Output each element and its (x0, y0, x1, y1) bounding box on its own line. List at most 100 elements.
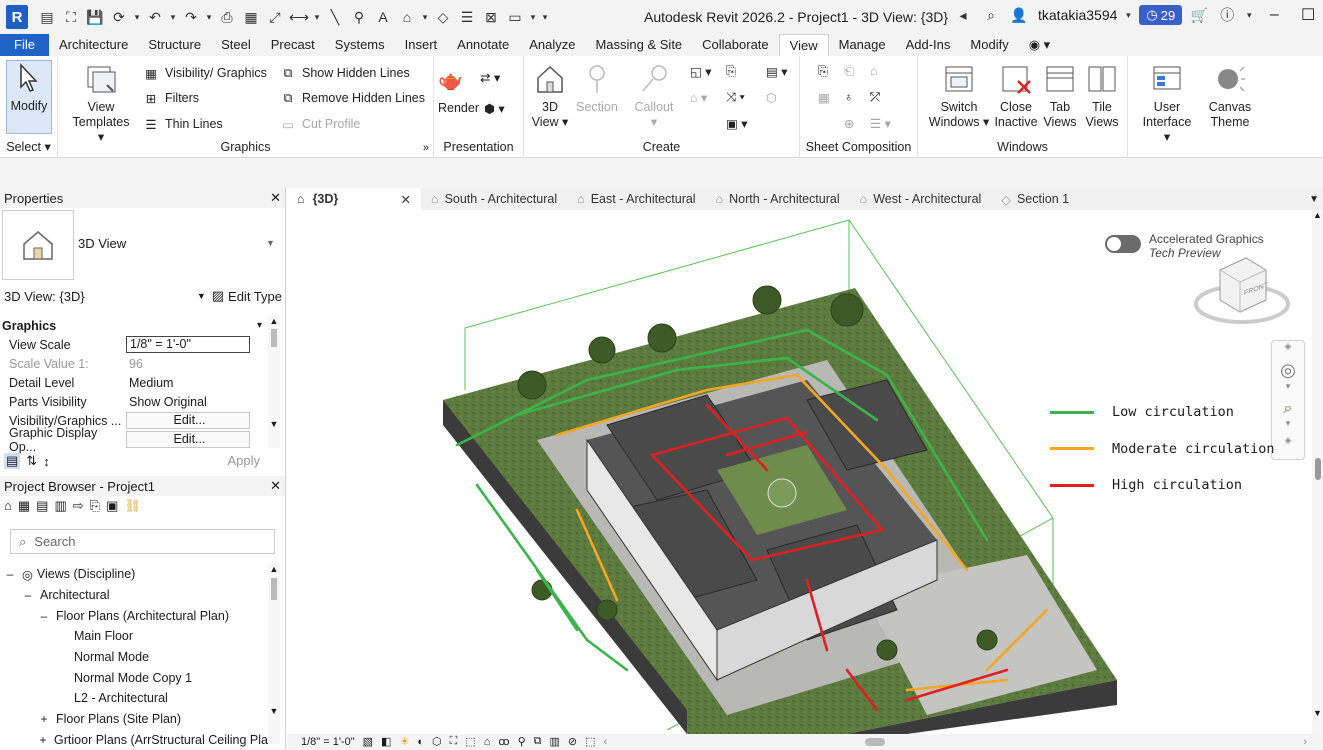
maximize-button[interactable]: ☐ (1294, 5, 1322, 25)
notification-badge[interactable]: ◷29 (1139, 5, 1182, 25)
selector-value[interactable]: 3D View: {3D} (4, 289, 85, 304)
switch-windows-icon[interactable]: ▭ (504, 6, 526, 28)
schedules-icon[interactable]: ▤ (36, 498, 48, 514)
links-icon[interactable]: ⎘ (90, 498, 100, 514)
print-icon[interactable]: ⎙ (216, 6, 238, 28)
tree-leaf[interactable]: Normal Mode (0, 647, 268, 668)
render-cloud-icon[interactable]: ⇄ ▾ (480, 70, 500, 85)
navbar-settings-icon[interactable]: ◈ (1272, 435, 1304, 446)
view-reference-icon[interactable]: ⊕ (844, 116, 854, 131)
binoculars-icon[interactable]: ⌕ (980, 4, 1002, 26)
plan-views-icon[interactable]: ◱ ▾ (690, 64, 712, 79)
scroll-up-icon[interactable]: ▲ (268, 316, 280, 326)
tab-view[interactable]: View (779, 34, 829, 56)
tabs-overflow-icon[interactable]: ▼ (1309, 194, 1323, 205)
sheets-icon[interactable]: ▦ (18, 498, 30, 514)
scroll-thumb[interactable] (1315, 458, 1321, 480)
link-icon[interactable]: ⛓ (124, 498, 141, 514)
tab-systems[interactable]: Systems (325, 34, 395, 56)
redo-icon[interactable]: ↷ (180, 6, 202, 28)
shadows-icon[interactable]: ◐ (417, 736, 424, 748)
edit-graphic-display-button[interactable]: Edit... (126, 431, 250, 448)
assemblies-icon[interactable]: ▣ (106, 498, 118, 514)
group-header-graphics[interactable]: Graphics▾ (0, 316, 266, 335)
show-hidden-lines-button[interactable]: ⧉Show Hidden Lines (279, 65, 410, 81)
revisions-icon[interactable]: ▦ (818, 90, 830, 105)
lock-view-icon[interactable]: ⌂ (484, 736, 491, 748)
tree-node[interactable]: –Floor Plans (Architectural Plan) (0, 605, 268, 626)
tab-architecture[interactable]: Architecture (49, 34, 138, 56)
tab-collaborate[interactable]: Collaborate (692, 34, 779, 56)
chevron-down-icon[interactable]: ▼ (266, 238, 275, 248)
tab-3d[interactable]: ⌂{3D}✕ (287, 188, 421, 210)
tag-icon[interactable]: ⚲ (348, 6, 370, 28)
tab-views-button[interactable]: Tab Views (1040, 62, 1080, 130)
filters-button[interactable]: ⊞Filters (142, 90, 199, 106)
tree-node[interactable]: +Grtioor Plans (ArrStructural Ceiling Pl… (0, 730, 268, 750)
legends-icon[interactable]: ⬡ (766, 90, 777, 105)
sun-path-icon[interactable]: ☀ (399, 735, 409, 748)
scroll-right-icon[interactable]: › (1303, 736, 1323, 748)
detail-level-value[interactable]: Medium (126, 376, 250, 390)
chevron-down-icon[interactable]: ▾ (1272, 381, 1304, 392)
viewports-icon[interactable]: ☰ ▾ (870, 116, 891, 131)
scroll-left-icon[interactable]: ‹ (604, 736, 608, 748)
tab-massing-site[interactable]: Massing & Site (585, 34, 692, 56)
render-icon[interactable]: ⬡ (432, 735, 442, 748)
user-interface-button[interactable]: User Interface ▾ (1138, 62, 1196, 145)
scroll-down-icon[interactable]: ▼ (268, 419, 280, 429)
sort-az-icon[interactable]: ⇅ (26, 453, 37, 469)
tree-node[interactable]: –Architectural (0, 585, 268, 606)
section-button[interactable]: Section (574, 62, 620, 115)
worksharing-icon[interactable]: ⧉ (534, 735, 542, 748)
scroll-up-icon[interactable]: ▲ (268, 564, 280, 574)
tab-north-architectural[interactable]: ⌂North - Architectural (706, 188, 850, 210)
measure-icon[interactable]: ⟷ (288, 6, 310, 28)
sync-icon[interactable]: ⟳ (108, 6, 130, 28)
tab-add-ins[interactable]: Add-Ins (896, 34, 961, 56)
guide-grid-icon[interactable]: ♁ (844, 90, 853, 104)
tree-leaf[interactable]: Main Floor (0, 626, 268, 647)
sort-za-icon[interactable]: ↕ (43, 454, 50, 469)
chevron-down-icon[interactable]: ▾ (1244, 4, 1254, 26)
view-scale[interactable]: 1/8" = 1'-0" (301, 736, 355, 748)
tab-east-architectural[interactable]: ⌂East - Architectural (567, 188, 705, 210)
modify-button[interactable]: Modify (6, 60, 52, 134)
accelerated-graphics-toggle[interactable] (1105, 235, 1141, 253)
tab-file[interactable]: File (0, 34, 49, 56)
panel-launcher-icon[interactable]: » (423, 142, 429, 154)
navbar-options-icon[interactable]: ◈ (1272, 341, 1304, 352)
chevron-down-icon[interactable]: ▾ (528, 6, 538, 28)
visibility-graphics-button[interactable]: ▦Visibility/ Graphics (142, 65, 267, 81)
scroll-up-icon[interactable]: ▲ (1312, 210, 1323, 220)
tab-steel[interactable]: Steel (211, 34, 261, 56)
panel-title-select[interactable]: Select ▾ (0, 139, 57, 154)
line-icon[interactable]: ╲ (324, 6, 346, 28)
crop-region-icon[interactable]: ⬚ (465, 735, 475, 748)
type-name[interactable]: 3D View (78, 236, 126, 251)
grid-icon[interactable]: ▦ (240, 6, 262, 28)
switch-windows-button[interactable]: Switch Windows ▾ (926, 62, 992, 130)
scroll-thumb[interactable] (271, 578, 277, 600)
tree-node[interactable]: –◎Views (Discipline) (0, 564, 268, 585)
close-icon[interactable]: ✕ (270, 478, 281, 494)
tab-south-architectural[interactable]: ⌂South - Architectural (421, 188, 567, 210)
close-icon[interactable]: ✕ (270, 190, 281, 206)
tree-leaf[interactable]: L2 - Architectural (0, 688, 268, 709)
viewcube[interactable]: FRONT (1192, 248, 1292, 328)
tab-analyze[interactable]: Analyze (519, 34, 585, 56)
chevron-down-icon[interactable]: ▾ (168, 6, 178, 28)
tree-leaf[interactable]: Normal Mode Copy 1 (0, 667, 268, 688)
crop-view-icon[interactable]: ⛶ (450, 735, 458, 748)
chevron-down-icon[interactable]: ▾ (132, 6, 142, 28)
revit-logo[interactable]: R (6, 5, 28, 29)
view-list-icon[interactable]: ▣ ▾ (726, 116, 748, 131)
browser-scrollbar[interactable]: ▲ ▼ (268, 564, 280, 744)
tab-insert[interactable]: Insert (395, 34, 448, 56)
render-button[interactable]: 🫖 (438, 68, 463, 93)
render-label-button[interactable]: Render (438, 101, 479, 115)
chevron-down-icon[interactable]: ▾ (420, 6, 430, 28)
categorized-icon[interactable]: ▤ (4, 453, 20, 469)
temp-hide-icon[interactable]: ꝏ (498, 735, 509, 748)
open-icon[interactable]: ⛶ (60, 6, 82, 28)
